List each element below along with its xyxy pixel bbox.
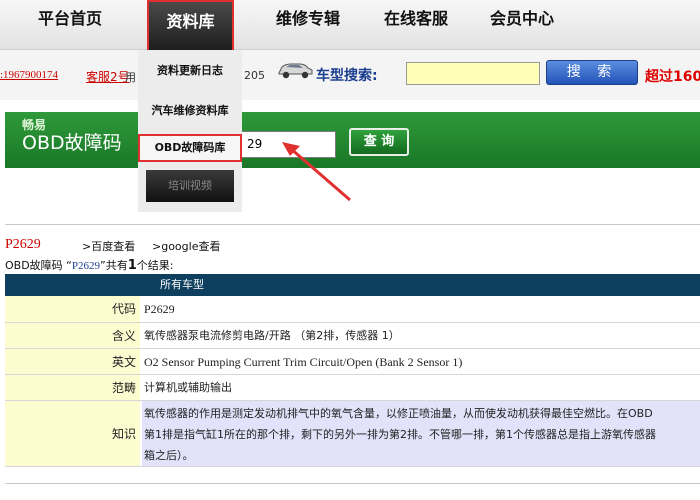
- nav-online-service[interactable]: 在线客服: [366, 0, 466, 40]
- row-label: 范畴: [5, 375, 140, 400]
- table-row-knowledge: 知识 氧传感器的作用是测定发动机排气中的氧气含量，以修正喷油量，从而使发动机获得…: [5, 401, 700, 467]
- summary-count: 1: [127, 258, 137, 273]
- divider: [5, 483, 700, 484]
- result-code-heading: P2629: [5, 237, 41, 252]
- divider: [5, 224, 700, 225]
- pointer-arrow-icon: [282, 142, 351, 202]
- dropdown-update-log[interactable]: 资料更新日志: [138, 57, 242, 85]
- nav-member-center[interactable]: 会员中心: [472, 0, 572, 40]
- row-label: 代码: [5, 296, 140, 322]
- row-value: O2 Sensor Pumping Current Trim Circuit/O…: [144, 355, 463, 369]
- vehicle-search-button[interactable]: 搜 索: [546, 60, 638, 85]
- search-bar: :1967900174 客服2号 用 205 车型搜索: 搜 索 超过160: [0, 50, 700, 100]
- library-dropdown: 资料更新日志 汽车维修资料库 OBD故障码库 培训视频: [138, 50, 242, 212]
- table-row-english: 英文 O2 Sensor Pumping Current Trim Circui…: [5, 349, 700, 375]
- nav-repair-album[interactable]: 维修专辑: [258, 0, 358, 40]
- row-label: 知识: [5, 401, 140, 466]
- promo-text: 超过160: [645, 69, 700, 85]
- table-row-category: 范畴 计算机或辅助输出: [5, 375, 700, 401]
- row-value: 计算机或辅助输出: [144, 381, 232, 394]
- nav-library[interactable]: 资料库: [147, 0, 234, 52]
- top-navigation: 平台首页 资料库 维修专辑 在线客服 会员中心: [0, 0, 700, 52]
- dropdown-obd-library[interactable]: OBD故障码库: [138, 134, 242, 162]
- knowledge-line: 氧传感器的作用是测定发动机排气中的氧气含量，以修正喷油量，从而使发动机获得最佳空…: [144, 407, 653, 420]
- table-row-code: 代码 P2629: [5, 296, 700, 323]
- query-button[interactable]: 查 询: [349, 128, 409, 156]
- info-number: 205: [244, 69, 265, 82]
- phone-link[interactable]: :1967900174: [0, 69, 58, 81]
- vehicle-search-label: 车型搜索:: [316, 68, 378, 84]
- dropdown-training-video[interactable]: 培训视频: [146, 170, 234, 202]
- result-summary: OBD故障码 “P2629”共有1个结果:: [5, 257, 173, 273]
- baidu-link[interactable]: >百度查看: [82, 238, 135, 254]
- row-label: 英文: [5, 349, 140, 374]
- row-value-knowledge: 氧传感器的作用是测定发动机排气中的氧气含量，以修正喷油量，从而使发动机获得最佳空…: [142, 401, 700, 466]
- row-value: P2629: [144, 302, 175, 316]
- service-tail-text: 用: [125, 71, 136, 84]
- dropdown-repair-library[interactable]: 汽车维修资料库: [138, 97, 242, 125]
- table-header: 所有车型: [5, 274, 700, 296]
- summary-code: P2629: [71, 260, 100, 272]
- vehicle-search-input[interactable]: [406, 62, 540, 85]
- summary-prefix: OBD故障码 “: [5, 259, 72, 272]
- summary-mid: ”共有: [100, 259, 128, 272]
- knowledge-line: 箱之后）。: [144, 449, 194, 462]
- car-icon: [278, 63, 313, 79]
- row-value: 氧传感器泵电流修剪电路/开路 （第2排，传感器 1）: [144, 329, 400, 342]
- service-link[interactable]: 客服2号: [86, 68, 130, 85]
- obd-title: OBD故障码: [22, 132, 122, 154]
- knowledge-line: 第1排是指气缸1所在的那个排，剩下的另外一排为第2排。不管哪一排，第1个传感器总…: [144, 428, 656, 441]
- row-label: 含义: [5, 323, 140, 348]
- result-table: 所有车型 代码 P2629 含义 氧传感器泵电流修剪电路/开路 （第2排，传感器…: [5, 274, 700, 467]
- summary-suffix: 个结果:: [136, 259, 174, 272]
- nav-home[interactable]: 平台首页: [20, 0, 120, 40]
- table-row-meaning: 含义 氧传感器泵电流修剪电路/开路 （第2排，传感器 1）: [5, 323, 700, 349]
- google-link[interactable]: >google查看: [152, 238, 220, 254]
